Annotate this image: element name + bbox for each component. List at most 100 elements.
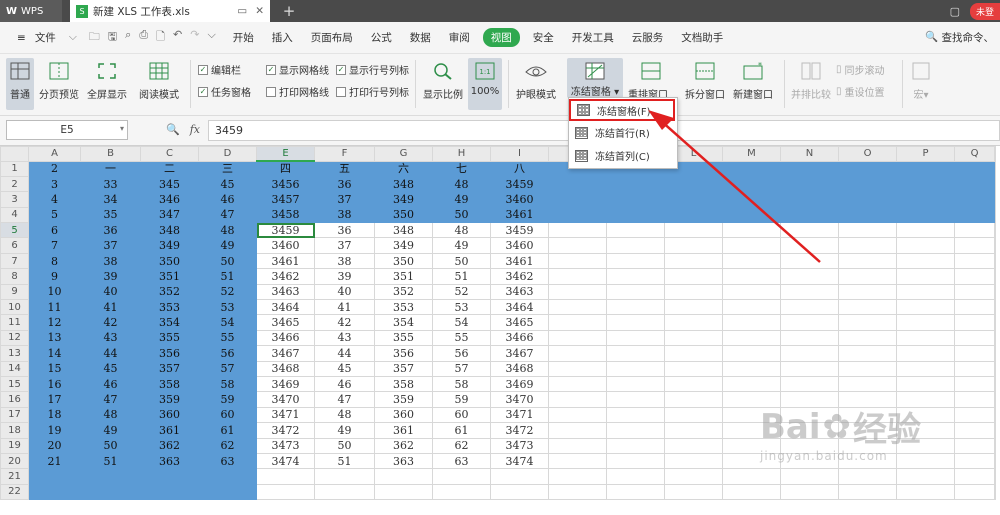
menu-tab-cloud[interactable]: 云服务: [623, 30, 673, 45]
cell[interactable]: 42: [80, 314, 141, 331]
cell[interactable]: 40: [314, 283, 375, 301]
cell[interactable]: [548, 452, 607, 470]
cell[interactable]: 52: [432, 283, 491, 301]
cell[interactable]: [994, 252, 996, 270]
cell[interactable]: 5: [28, 206, 81, 224]
cell[interactable]: [606, 252, 665, 270]
cell[interactable]: 3474: [490, 452, 549, 470]
cell[interactable]: 44: [314, 345, 375, 362]
cell[interactable]: [838, 191, 897, 208]
close-tab-icon[interactable]: ✕: [255, 5, 264, 17]
cell[interactable]: [722, 206, 781, 224]
cell[interactable]: 2: [28, 160, 81, 177]
cell[interactable]: 17: [28, 391, 81, 408]
cell[interactable]: 3456: [256, 175, 315, 193]
cell[interactable]: 51: [314, 452, 375, 470]
cell[interactable]: 11: [28, 299, 81, 316]
cell[interactable]: [954, 391, 995, 408]
cell[interactable]: [994, 406, 996, 424]
cell[interactable]: [896, 160, 955, 177]
row-header[interactable]: 10: [0, 299, 29, 316]
cell[interactable]: 60: [198, 406, 257, 424]
cell[interactable]: [664, 299, 723, 316]
cell[interactable]: [606, 191, 665, 208]
cell[interactable]: 57: [432, 360, 491, 377]
macro-button[interactable]: 宏▾: [906, 60, 936, 101]
cell[interactable]: [722, 252, 781, 270]
cell[interactable]: [994, 268, 996, 285]
zoom-100-button[interactable]: 1:1 100%: [468, 58, 502, 110]
cell[interactable]: 45: [80, 360, 141, 377]
cell[interactable]: 350: [140, 252, 199, 270]
cell[interactable]: 50: [314, 437, 375, 454]
row-header[interactable]: 8: [0, 268, 29, 285]
cell[interactable]: 355: [140, 329, 199, 347]
row-header[interactable]: 18: [0, 422, 29, 439]
wps-home-tab[interactable]: W WPS: [0, 0, 62, 22]
new-window-button[interactable]: * 新建窗口: [730, 60, 776, 101]
cell[interactable]: [954, 483, 995, 501]
cell[interactable]: 3471: [256, 406, 315, 424]
cell[interactable]: 62: [198, 437, 257, 454]
cell[interactable]: 45: [314, 360, 375, 377]
cell[interactable]: 15: [28, 360, 81, 377]
row-header[interactable]: 21: [0, 468, 29, 485]
cell[interactable]: [954, 222, 995, 239]
cell[interactable]: [722, 160, 781, 177]
freeze-top-row-item[interactable]: 冻结首行(R): [569, 121, 677, 144]
row-header[interactable]: 17: [0, 406, 29, 424]
cell[interactable]: [664, 222, 723, 239]
cell[interactable]: 21: [28, 452, 81, 470]
cell[interactable]: [606, 468, 665, 485]
cell[interactable]: [838, 206, 897, 224]
cell[interactable]: [896, 268, 955, 285]
row-header[interactable]: 1: [0, 160, 29, 177]
cell[interactable]: [606, 222, 665, 239]
cell[interactable]: [722, 299, 781, 316]
cell[interactable]: [548, 391, 607, 408]
cell[interactable]: [954, 237, 995, 254]
cell[interactable]: [896, 468, 955, 485]
cell[interactable]: 3459: [256, 222, 315, 239]
cell[interactable]: 39: [80, 268, 141, 285]
cell[interactable]: [606, 175, 665, 193]
cell[interactable]: 38: [314, 206, 375, 224]
cell[interactable]: [838, 375, 897, 393]
cell[interactable]: 三: [198, 160, 257, 177]
cell[interactable]: [606, 299, 665, 316]
cell[interactable]: 354: [374, 314, 433, 331]
undo-icon[interactable]: ↶: [173, 28, 182, 47]
cell[interactable]: [994, 345, 996, 362]
cell[interactable]: [838, 283, 897, 301]
column-header[interactable]: E: [256, 146, 315, 162]
cell[interactable]: 56: [198, 345, 257, 362]
cell[interactable]: 3469: [490, 375, 549, 393]
cell[interactable]: [664, 237, 723, 254]
cell[interactable]: 356: [374, 345, 433, 362]
cell[interactable]: 四: [256, 160, 315, 177]
row-header[interactable]: 5: [0, 222, 29, 239]
column-header[interactable]: A: [28, 146, 81, 162]
zoom-ratio-button[interactable]: 显示比例: [422, 60, 464, 101]
cell[interactable]: 49: [432, 237, 491, 254]
row-header[interactable]: 20: [0, 452, 29, 470]
cell[interactable]: 360: [140, 406, 199, 424]
cell[interactable]: 350: [374, 252, 433, 270]
cell[interactable]: 61: [432, 422, 491, 439]
cell[interactable]: [994, 422, 996, 439]
cell[interactable]: 43: [314, 329, 375, 347]
menu-tab-home[interactable]: 开始: [224, 30, 263, 45]
cell[interactable]: 53: [198, 299, 257, 316]
cell[interactable]: [896, 206, 955, 224]
cell[interactable]: [780, 375, 839, 393]
cell[interactable]: [994, 314, 996, 331]
column-header[interactable]: Q: [954, 146, 995, 162]
cell[interactable]: [994, 437, 996, 454]
cell[interactable]: [954, 375, 995, 393]
cell[interactable]: [838, 252, 897, 270]
cell[interactable]: [664, 329, 723, 347]
cell[interactable]: 357: [374, 360, 433, 377]
cell[interactable]: [954, 314, 995, 331]
cell[interactable]: [664, 375, 723, 393]
open-icon[interactable]: 🗀: [89, 28, 100, 47]
